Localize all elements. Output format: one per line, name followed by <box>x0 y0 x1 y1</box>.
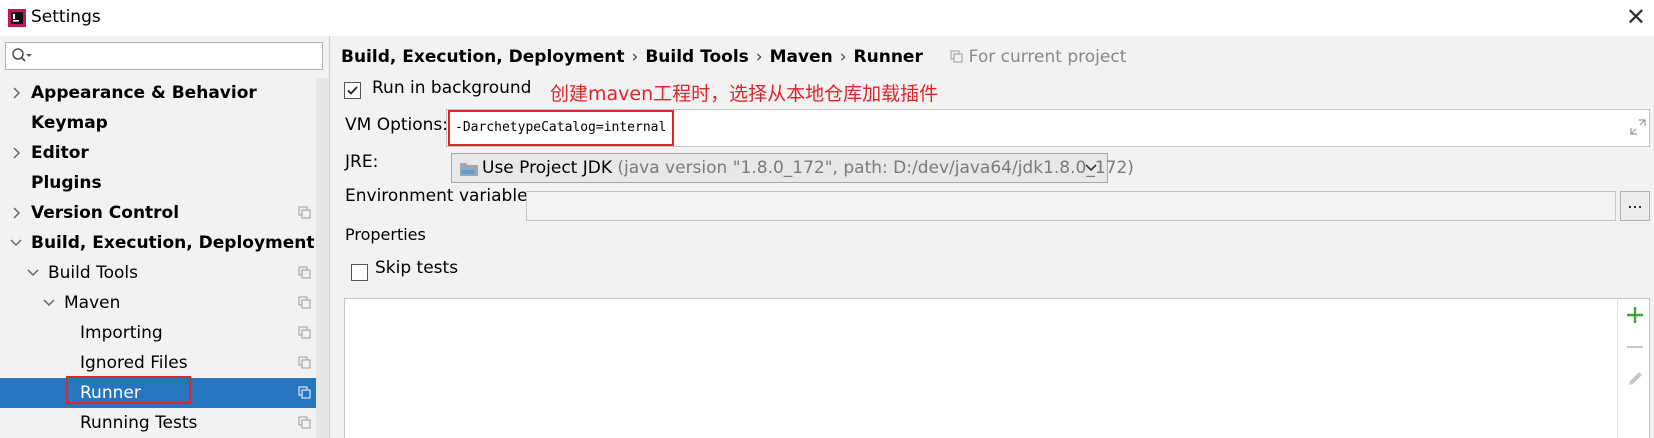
jre-detail-text: (java version "1.8.0_172", path: D:/dev/… <box>617 158 1134 178</box>
breadcrumb-separator: › <box>631 47 639 67</box>
jre-label: JRE: <box>345 152 379 172</box>
add-icon[interactable] <box>1625 305 1645 325</box>
project-scope-icon <box>298 386 311 399</box>
breadcrumb-separator: › <box>755 47 763 67</box>
vm-options-label: VM Options: <box>345 115 449 135</box>
sidebar-scrollbar[interactable] <box>316 78 329 438</box>
env-vars-browse-button[interactable]: ... <box>1620 191 1650 221</box>
sidebar-item-label: Editor <box>31 143 89 163</box>
search-icon <box>12 48 32 62</box>
project-scope-icon <box>298 206 311 219</box>
project-scope: For current project <box>950 47 1126 67</box>
sidebar-item-label: Running Tests <box>80 413 198 433</box>
sidebar-item-maven[interactable]: Maven <box>0 288 316 318</box>
chevron-down-icon[interactable] <box>26 258 40 288</box>
sidebar-item-editor[interactable]: Editor <box>0 138 316 168</box>
sidebar-item-plugins[interactable]: Plugins <box>0 168 316 198</box>
project-scope-icon <box>298 296 311 309</box>
project-scope-icon <box>298 416 311 429</box>
properties-label: Properties <box>345 225 426 244</box>
properties-table[interactable] <box>344 298 1650 438</box>
sidebar-item-label: Maven <box>64 293 121 313</box>
sidebar-item-appearance-behavior[interactable]: Appearance & Behavior <box>0 78 316 108</box>
sidebar-item-ignored-files[interactable]: Ignored Files <box>0 348 316 378</box>
sidebar-item-running-tests[interactable]: Running Tests <box>0 408 316 438</box>
annotation-text: 创建maven工程时，选择从本地仓库加载插件 <box>550 83 939 105</box>
skip-tests-label: Skip tests <box>375 258 459 278</box>
checkmark-icon <box>347 86 358 95</box>
sidebar-item-label: Build, Execution, Deployment <box>31 233 315 253</box>
project-scope-icon <box>950 50 963 63</box>
chevron-down-icon[interactable] <box>42 288 56 318</box>
sidebar-item-label: Build Tools <box>48 263 138 283</box>
breadcrumb-part: Build Tools <box>645 47 749 67</box>
jre-select[interactable]: Use Project JDK (java version "1.8.0_172… <box>451 153 1134 183</box>
remove-icon[interactable] <box>1625 337 1645 357</box>
settings-search-input[interactable] <box>5 42 323 70</box>
breadcrumb: Build, Execution, Deployment › Build Tools… <box>341 47 1126 67</box>
sidebar-item-label: Ignored Files <box>80 353 188 373</box>
settings-sidebar: Appearance & Behavior Keymap Editor Plugins… <box>0 36 330 438</box>
sidebar-item-label: Importing <box>80 323 163 343</box>
window-title: Settings <box>31 7 101 27</box>
skip-tests-checkbox[interactable] <box>351 264 368 281</box>
breadcrumb-part: Build, Execution, Deployment <box>341 47 625 67</box>
settings-content: Build, Execution, Deployment › Build Tools… <box>331 36 1654 438</box>
sidebar-item-build-tools[interactable]: Build Tools <box>0 258 316 288</box>
env-vars-label: Environment variables: <box>345 186 543 206</box>
project-scope-icon <box>298 356 311 369</box>
jre-select-value: Use Project JDK (java version "1.8.0_172… <box>482 158 1134 178</box>
jre-selected-text: Use Project JDK <box>482 158 612 178</box>
runner-highlight-box <box>66 376 191 404</box>
vm-options-highlight-box <box>448 110 674 146</box>
sidebar-item-label: Version Control <box>31 203 180 223</box>
sidebar-item-label: Appearance & Behavior <box>31 83 257 103</box>
project-scope-icon <box>298 266 311 279</box>
chevron-right-icon[interactable] <box>9 78 23 108</box>
sidebar-item-importing[interactable]: Importing <box>0 318 316 348</box>
title-bar: Settings ✕ <box>0 0 1654 36</box>
chevron-down-icon[interactable] <box>9 228 23 258</box>
sidebar-item-label: Plugins <box>31 173 102 193</box>
chevron-right-icon[interactable] <box>9 198 23 228</box>
breadcrumb-part: Runner <box>853 47 923 67</box>
expand-icon[interactable] <box>1630 119 1646 135</box>
run-in-background-checkbox[interactable] <box>344 82 361 99</box>
chevron-right-icon[interactable] <box>9 138 23 168</box>
env-vars-field[interactable] <box>526 191 1616 221</box>
edit-icon[interactable] <box>1625 369 1645 389</box>
sidebar-item-label: Keymap <box>31 113 108 133</box>
sidebar-item-build-execution-deployment[interactable]: Build, Execution, Deployment <box>0 228 316 258</box>
intellij-app-icon <box>8 9 26 27</box>
properties-toolbar <box>1617 299 1649 438</box>
sidebar-item-version-control[interactable]: Version Control <box>0 198 316 228</box>
breadcrumb-part: Maven <box>769 47 833 67</box>
chevron-down-icon <box>1085 164 1097 172</box>
breadcrumb-separator: › <box>839 47 847 67</box>
project-scope-label: For current project <box>968 47 1127 67</box>
close-icon[interactable]: ✕ <box>1626 5 1646 29</box>
run-in-background-label: Run in background <box>372 78 532 98</box>
project-scope-icon <box>298 326 311 339</box>
sidebar-item-keymap[interactable]: Keymap <box>0 108 316 138</box>
folder-icon <box>460 163 478 176</box>
